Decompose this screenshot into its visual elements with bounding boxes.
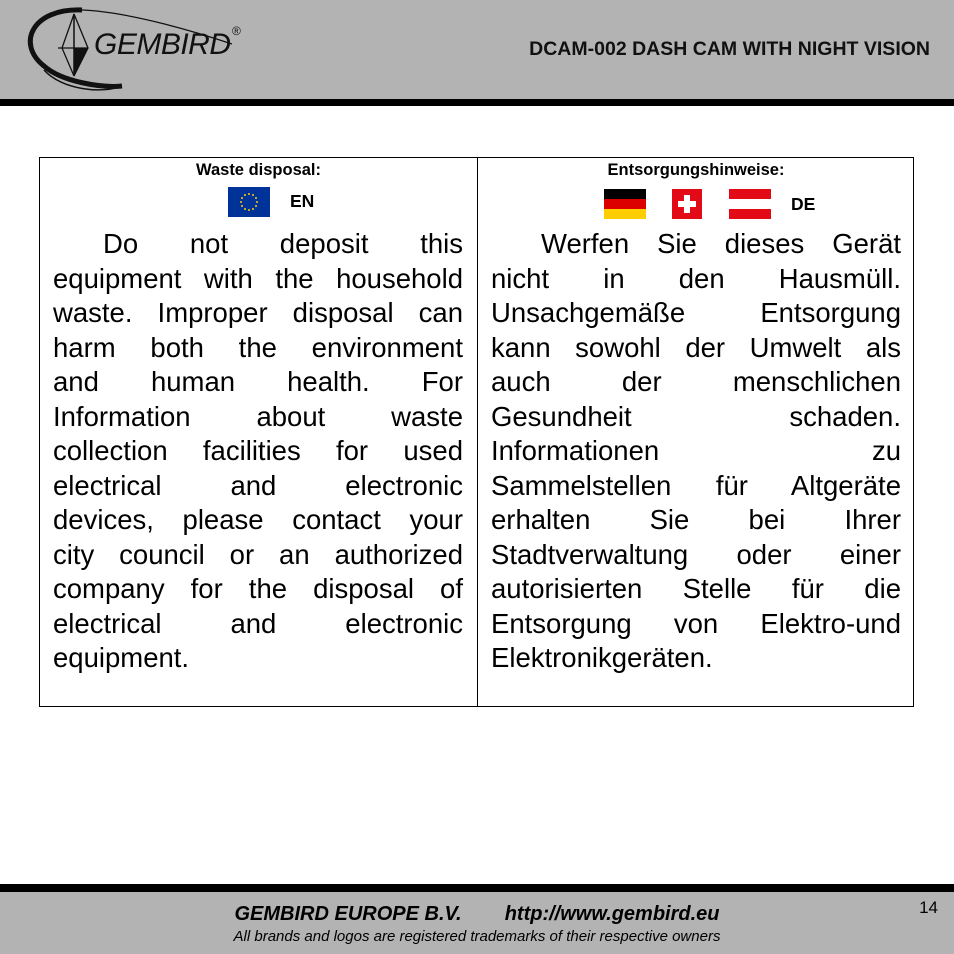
language-code: EN [290, 191, 315, 211]
disposal-table: Waste disposal: EN Do not deposit this e… [39, 157, 914, 707]
text-line: electrical and electronic [53, 469, 463, 501]
text-line: autorisierten Stelle für die [491, 573, 901, 604]
footer-rule [0, 884, 954, 892]
text-line: equipment. [53, 642, 190, 673]
switzerland-flag-icon [672, 189, 702, 219]
text-line: Informationen zu [491, 435, 901, 466]
footer-company-line: GEMBIRD EUROPE B.V. http://www.gembird.e… [0, 903, 954, 926]
column-title: Entsorgungshinweise: [607, 161, 785, 179]
text-line: kann sowohl der Umwelt als [491, 331, 901, 363]
text-line: Entsorgung von Elektro-und [491, 607, 901, 639]
text-line: electrical and electronic [53, 607, 463, 639]
text-line: harm both the environment [53, 331, 463, 363]
page-header: GEMBIRD ® DCAM-002 DASH CAM WITH NIGHT V… [0, 0, 954, 99]
text-line: city council or an authorized [53, 538, 463, 570]
trademark-note: All brands and logos are registered trad… [233, 928, 721, 945]
disposal-text-de: Werfen Sie dieses Gerät nicht in den Hau… [491, 227, 901, 676]
text-line: Werfen Sie dieses Gerät [541, 228, 901, 259]
germany-flag-icon [604, 189, 646, 219]
column-german: Entsorgungshinweise: DE Werfen Sie diese… [478, 158, 914, 706]
text-line: and human health. For [53, 366, 463, 397]
text-line: Do not deposit this [103, 228, 463, 259]
language-code: DE [791, 194, 816, 214]
page-footer: GEMBIRD EUROPE B.V. http://www.gembird.e… [0, 892, 954, 954]
austria-flag-icon [729, 189, 771, 219]
text-line: company for the disposal of [53, 573, 463, 604]
header-rule [0, 99, 954, 106]
text-line: equipment with the household [53, 262, 463, 294]
text-line: nicht in den Hausmüll. [491, 262, 901, 294]
text-line: waste. Improper disposal can [53, 297, 463, 328]
eu-flag-icon [228, 187, 270, 217]
disposal-text-en: Do not deposit this equipment with the h… [53, 227, 463, 676]
text-line: Elektronikgeräten. [491, 642, 713, 673]
text-line: auch der menschlichen [491, 366, 901, 397]
text-line: Stadtverwaltung oder einer [491, 538, 901, 570]
brand-name: GEMBIRD [94, 28, 231, 61]
column-title: Waste disposal: [196, 161, 321, 179]
text-line: Gesundheit schaden. [491, 400, 901, 432]
document-title: DCAM-002 DASH CAM WITH NIGHT VISION [529, 38, 930, 60]
column-english: Waste disposal: EN Do not deposit this e… [40, 158, 477, 706]
text-line: Information about waste [53, 400, 463, 432]
company-name: GEMBIRD EUROPE B.V. [234, 903, 462, 925]
text-line: Unsachgemäße Entsorgung [491, 297, 901, 328]
page-number: 14 [919, 898, 938, 917]
text-line: collection facilities for used [53, 435, 463, 466]
text-line: devices, please contact your [53, 504, 463, 535]
text-line: erhalten Sie bei Ihrer [491, 504, 901, 535]
company-url[interactable]: http://www.gembird.eu [505, 903, 720, 926]
registered-mark: ® [232, 24, 241, 38]
text-line: Sammelstellen für Altgeräte [491, 469, 901, 501]
